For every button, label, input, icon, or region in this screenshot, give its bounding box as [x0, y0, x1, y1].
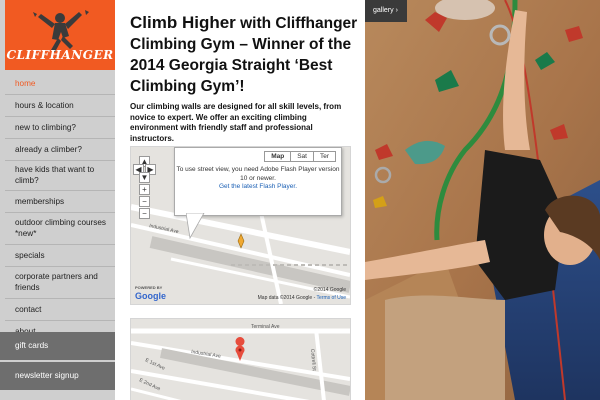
info-window-tail [186, 213, 205, 239]
zoom-out-button[interactable]: − [139, 208, 150, 219]
flash-player-link[interactable]: Get the latest Flash Player. [175, 183, 341, 192]
map-attribution: Map data ©2014 Google - Terms of Use [257, 295, 346, 301]
powered-by-label: POWERED BY [135, 285, 163, 290]
headline-lead: Climb Higher [130, 13, 236, 32]
gift-cards-button[interactable]: gift cards [0, 332, 115, 362]
main-content: Climb Higher with Cliffhanger Climbing G… [115, 0, 365, 400]
nav-item-contact[interactable]: contact [5, 299, 115, 321]
climbing-photo-image [365, 0, 600, 400]
tab-satellite[interactable]: Sat [290, 151, 314, 162]
terms-of-use-link[interactable]: Terms of Use [317, 295, 346, 301]
flash-requirement-text: To use street view, you need Adobe Flash… [176, 166, 340, 182]
sidebar: CLIFFHANGER home hours & location new to… [0, 0, 115, 400]
nav-item-outdoor-courses[interactable]: outdoor climbing courses *new* [5, 213, 115, 245]
zoom-in-button[interactable]: + [139, 184, 150, 195]
map-data-text: Map data ©2014 Google [257, 295, 313, 301]
main-navigation: home hours & location new to climbing? a… [5, 73, 115, 342]
climber-photo[interactable] [365, 0, 600, 400]
flash-message: To use street view, you need Adobe Flash… [175, 166, 341, 192]
location-map[interactable]: Terminal Ave Industrial Ave E 1st Ave E … [130, 318, 351, 400]
map-type-tabs: Map Sat Ter [264, 151, 336, 162]
nav-item-already-a-climber[interactable]: already a climber? [5, 139, 115, 161]
page-headline: Climb Higher with Cliffhanger Climbing G… [130, 12, 365, 97]
tab-terrain[interactable]: Ter [312, 151, 336, 162]
sidebar-extras: gift cards newsletter signup [0, 332, 115, 392]
street-map[interactable]: Industrial Ave ▲ ◀ ▶ ▼ + − − Map Sat Ter… [130, 146, 351, 305]
nav-item-hours-location[interactable]: hours & location [5, 95, 115, 117]
gallery-button[interactable]: gallery › [365, 0, 407, 22]
nav-item-corporate-partners[interactable]: corporate partners and friends [5, 267, 115, 299]
map-copyright: ©2014 Google [313, 287, 346, 293]
street-terminal: Terminal Ave [251, 324, 280, 330]
nav-item-memberships[interactable]: memberships [5, 191, 115, 213]
nav-item-specials[interactable]: specials [5, 245, 115, 267]
location-map-roads: Terminal Ave Industrial Ave E 1st Ave E … [131, 319, 350, 400]
flash-info-window: Map Sat Ter To use street view, you need… [174, 147, 342, 216]
intro-paragraph: Our climbing walls are designed for all … [130, 102, 342, 143]
cliffhanger-logo[interactable]: CLIFFHANGER [5, 0, 115, 70]
chevron-right-icon: › [395, 7, 398, 14]
gallery-label: gallery [373, 7, 394, 14]
nav-item-new-to-climbing[interactable]: new to climbing? [5, 117, 115, 139]
pan-down-button[interactable]: ▼ [139, 172, 150, 183]
nav-item-kids[interactable]: have kids that want to climb? [5, 161, 115, 191]
zoom-slider[interactable]: − [139, 196, 150, 207]
tab-map[interactable]: Map [264, 151, 292, 162]
newsletter-signup-button[interactable]: newsletter signup [0, 362, 115, 392]
nav-item-home[interactable]: home [5, 73, 115, 95]
google-logo[interactable]: Google [135, 291, 166, 301]
logo-wordmark: CLIFFHANGER [6, 48, 114, 62]
